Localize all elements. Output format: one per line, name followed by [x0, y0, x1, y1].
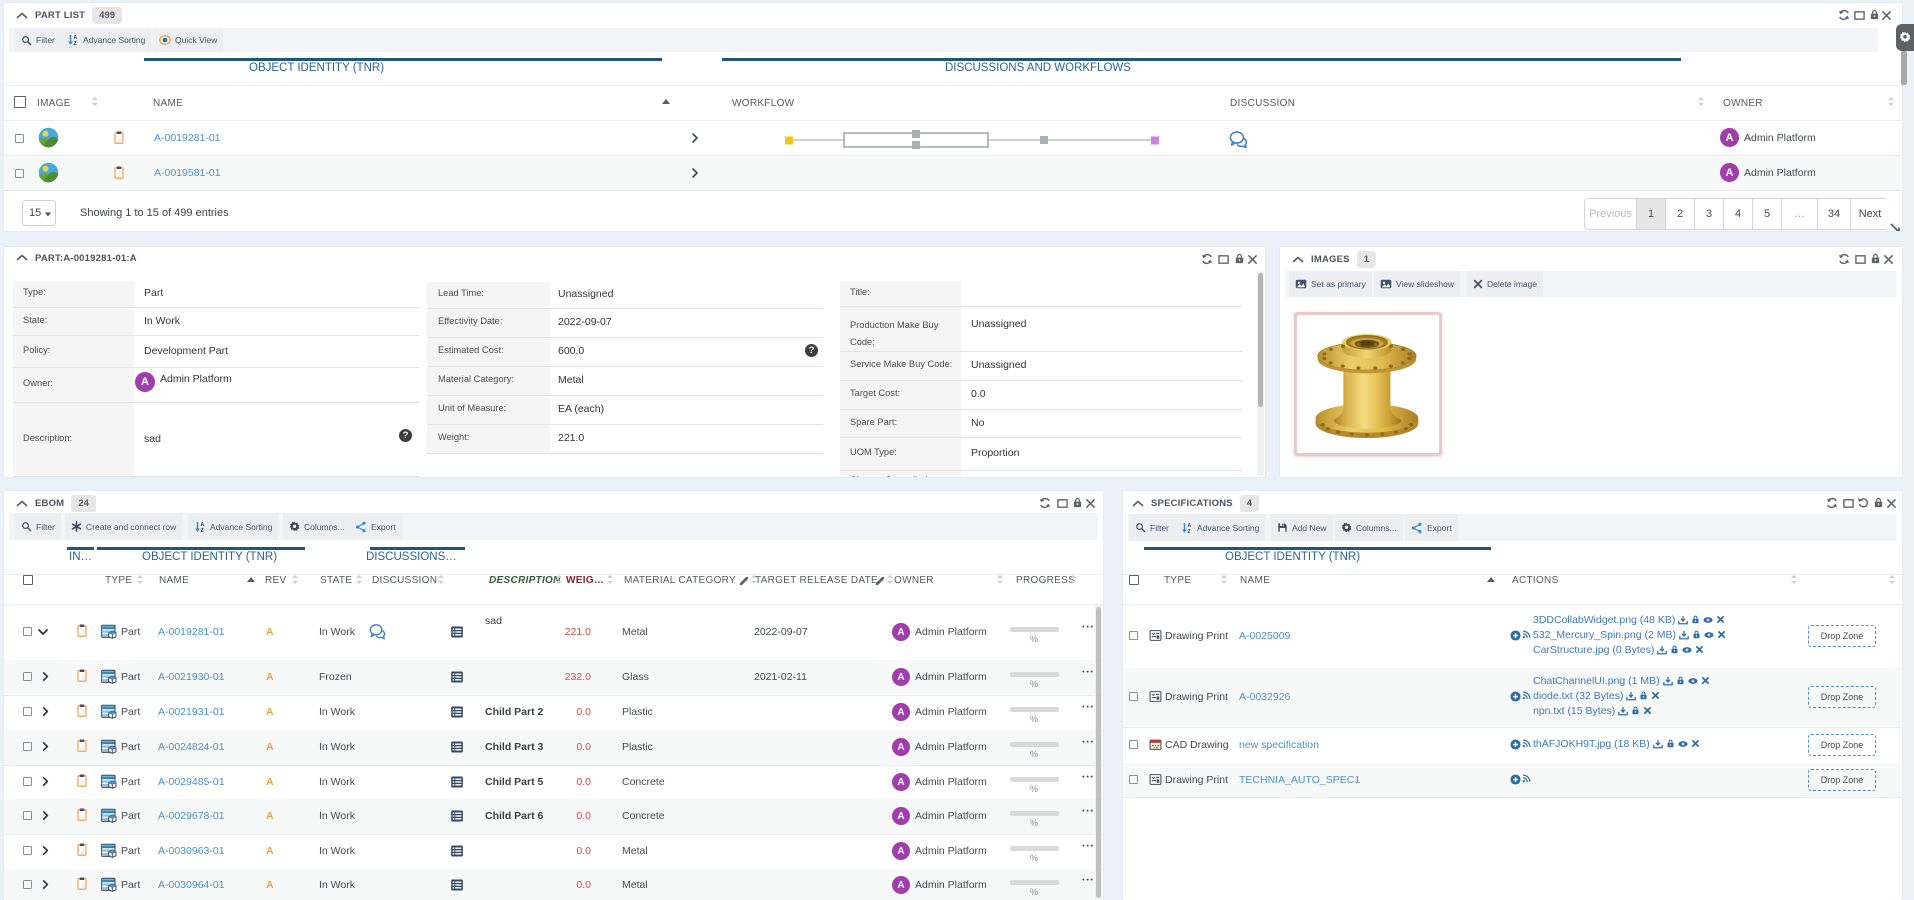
svg-text:Z: Z: [201, 528, 204, 533]
svg-text:Z: Z: [1188, 529, 1191, 534]
svg-text:A: A: [74, 35, 78, 41]
svg-text:A: A: [201, 522, 205, 528]
svg-text:Z: Z: [74, 41, 77, 46]
svg-text:A: A: [1188, 523, 1192, 529]
